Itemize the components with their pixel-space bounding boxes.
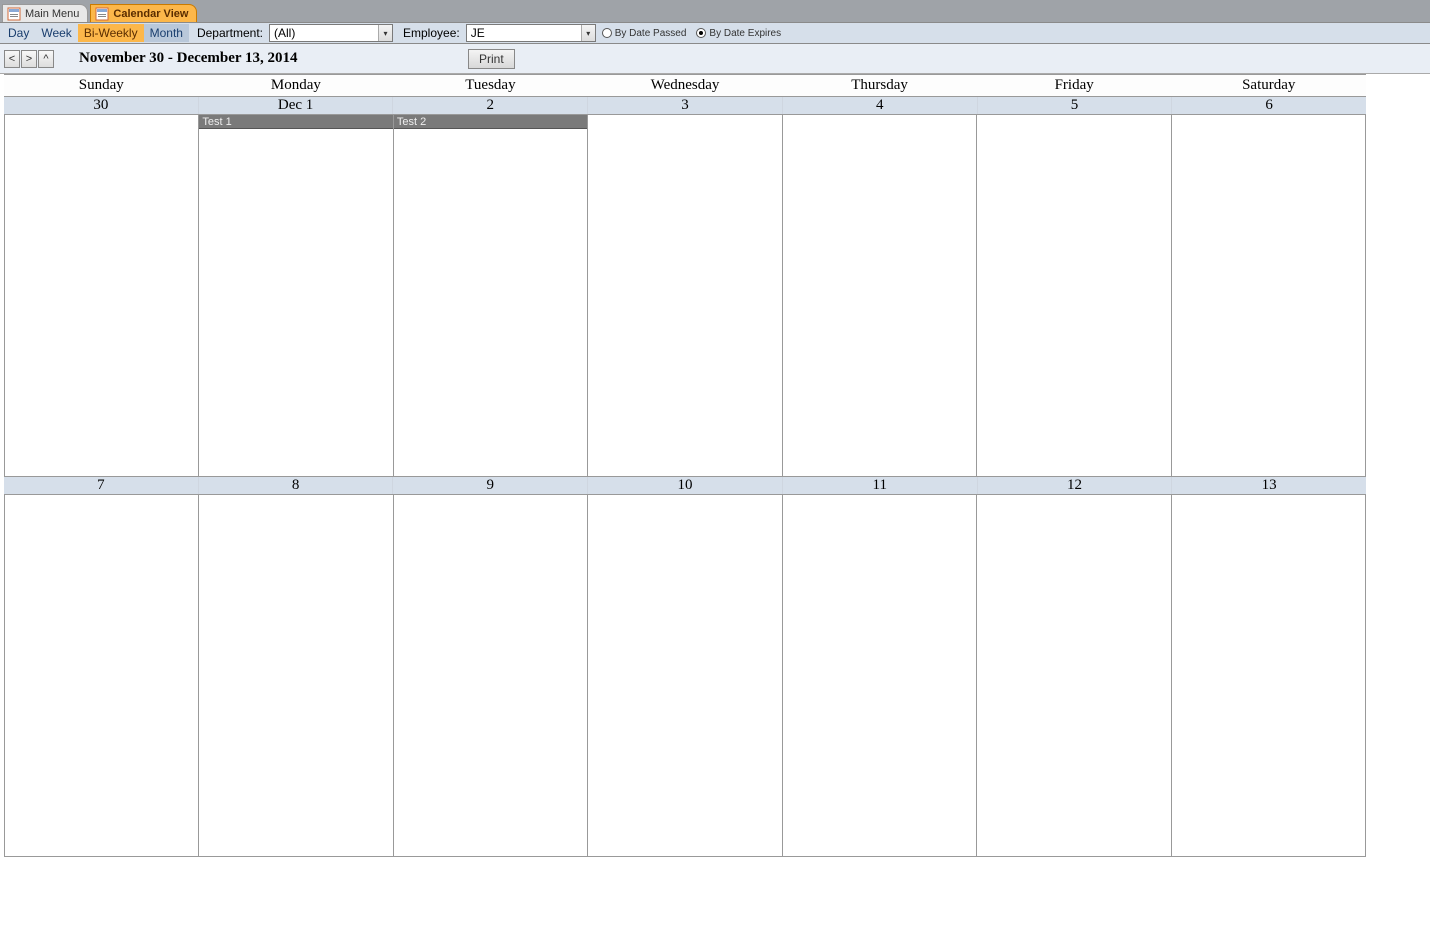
date-cell[interactable]: 5 [978, 97, 1173, 114]
radio-icon [696, 28, 706, 38]
view-week-button[interactable]: Week [35, 24, 77, 42]
filter-radio-group: By Date Passed By Date Expires [602, 28, 791, 39]
date-row: 7 8 9 10 11 12 13 [4, 477, 1366, 495]
date-cell[interactable]: 12 [978, 477, 1173, 494]
employee-combo[interactable]: JE ▾ [466, 24, 596, 42]
day-cell[interactable] [4, 115, 199, 477]
date-cell[interactable]: 9 [393, 477, 588, 494]
day-cell[interactable] [394, 495, 588, 857]
tab-label: Calendar View [113, 8, 188, 20]
date-nav-bar: < > ^ November 30 - December 13, 2014 Pr… [0, 44, 1430, 74]
date-cell[interactable]: 30 [4, 97, 199, 114]
form-icon [7, 7, 21, 21]
date-cell[interactable]: 11 [783, 477, 978, 494]
chevron-down-icon[interactable]: ▾ [378, 25, 392, 41]
date-cell[interactable]: 7 [4, 477, 199, 494]
day-cell[interactable] [588, 495, 782, 857]
toolbar: Day Week Bi-Weekly Month Department: (Al… [0, 22, 1430, 44]
day-header: Thursday [782, 75, 977, 96]
date-cell[interactable]: 13 [1172, 477, 1366, 494]
tab-calendar-view[interactable]: Calendar View [90, 4, 197, 22]
calendar-event[interactable]: Test 1 [199, 115, 392, 129]
radio-icon [602, 28, 612, 38]
day-cell[interactable] [783, 495, 977, 857]
view-day-button[interactable]: Day [2, 24, 35, 42]
day-header: Wednesday [588, 75, 783, 96]
day-cell[interactable] [1172, 115, 1366, 477]
department-combo[interactable]: (All) ▾ [269, 24, 393, 42]
view-month-button[interactable]: Month [144, 24, 189, 42]
day-cell[interactable]: Test 2 [394, 115, 588, 477]
day-header: Monday [199, 75, 394, 96]
radio-by-date-passed[interactable]: By Date Passed [602, 28, 687, 39]
employee-value: JE [467, 26, 581, 40]
print-button[interactable]: Print [468, 49, 515, 69]
day-cell[interactable] [1172, 495, 1366, 857]
date-range-title: November 30 - December 13, 2014 [79, 50, 298, 67]
day-header: Tuesday [393, 75, 588, 96]
date-cell[interactable]: 6 [1172, 97, 1366, 114]
tab-label: Main Menu [25, 8, 79, 20]
week-row: Test 1 Test 2 [4, 115, 1366, 477]
chevron-down-icon[interactable]: ▾ [581, 25, 595, 41]
date-row: 30 Dec 1 2 3 4 5 6 [4, 97, 1366, 115]
day-cell[interactable] [783, 115, 977, 477]
up-button[interactable]: ^ [38, 50, 54, 68]
date-cell[interactable]: 10 [588, 477, 783, 494]
calendar-grid: Sunday Monday Tuesday Wednesday Thursday… [4, 74, 1366, 857]
department-label: Department: [193, 26, 267, 40]
view-biweekly-button[interactable]: Bi-Weekly [78, 24, 144, 42]
radio-label: By Date Expires [709, 28, 781, 39]
form-icon [95, 7, 109, 21]
date-cell[interactable]: 3 [588, 97, 783, 114]
day-header: Saturday [1171, 75, 1366, 96]
week-row [4, 495, 1366, 857]
day-cell[interactable] [199, 495, 393, 857]
day-cell[interactable] [4, 495, 199, 857]
tab-bar: Main Menu Calendar View [0, 0, 1430, 22]
day-header: Friday [977, 75, 1172, 96]
next-button[interactable]: > [21, 50, 37, 68]
day-header: Sunday [4, 75, 199, 96]
date-cell[interactable]: 8 [199, 477, 394, 494]
prev-button[interactable]: < [4, 50, 20, 68]
date-cell[interactable]: 4 [783, 97, 978, 114]
calendar-event[interactable]: Test 2 [394, 115, 587, 129]
radio-by-date-expires[interactable]: By Date Expires [696, 28, 781, 39]
date-cell[interactable]: 2 [393, 97, 588, 114]
day-cell[interactable] [977, 495, 1171, 857]
day-cell[interactable] [588, 115, 782, 477]
day-cell[interactable]: Test 1 [199, 115, 393, 477]
day-cell[interactable] [977, 115, 1171, 477]
department-value: (All) [270, 26, 378, 40]
radio-label: By Date Passed [615, 28, 687, 39]
employee-label: Employee: [399, 26, 464, 40]
date-cell[interactable]: Dec 1 [199, 97, 394, 114]
day-header-row: Sunday Monday Tuesday Wednesday Thursday… [4, 74, 1366, 97]
tab-main-menu[interactable]: Main Menu [2, 4, 88, 22]
